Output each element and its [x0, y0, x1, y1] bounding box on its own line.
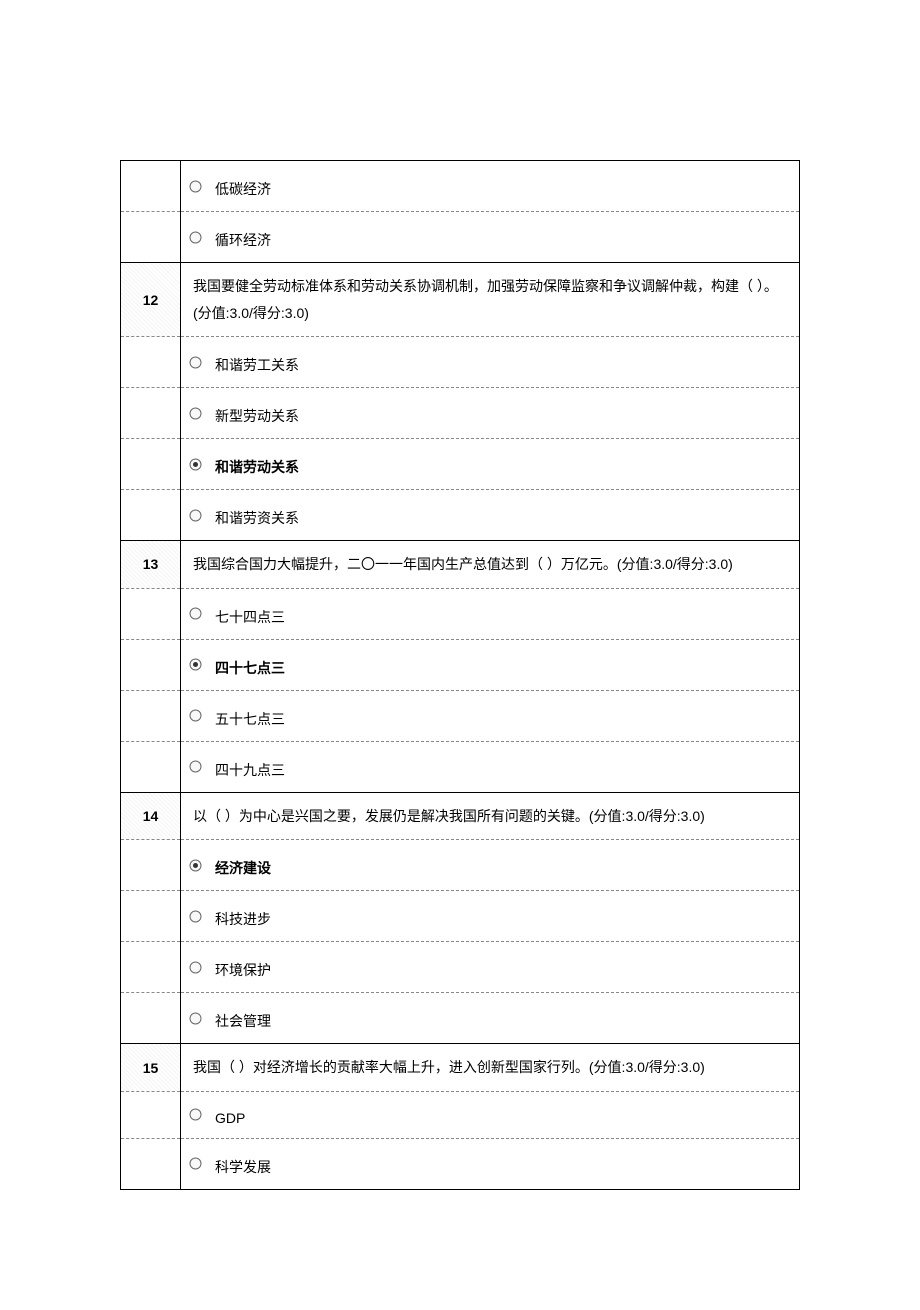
option-text: 低碳经济 — [207, 173, 271, 199]
radio-selected-icon[interactable] — [183, 658, 207, 671]
quiz-table: 低碳经济循环经济 12我国要健全劳动标准体系和劳动关系协调机制，加强劳动保障监察和… — [120, 160, 800, 1190]
option-text: 四十九点三 — [207, 754, 285, 780]
empty-cell — [121, 1091, 181, 1138]
option-text: 和谐劳动关系 — [207, 451, 299, 477]
table-row: 四十九点三 — [121, 741, 800, 792]
radio-unselected-icon[interactable] — [183, 407, 207, 420]
option-cell: 和谐劳动关系 — [181, 439, 800, 490]
table-row: 七十四点三 — [121, 588, 800, 639]
question-text: 我国要健全劳动标准体系和劳动关系协调机制，加强劳动保障监察和争议调解仲裁，构建（… — [181, 263, 800, 337]
table-row: 12我国要健全劳动标准体系和劳动关系协调机制，加强劳动保障监察和争议调解仲裁，构… — [121, 263, 800, 337]
option-cell: 科学发展 — [181, 1138, 800, 1189]
option-cell: 环境保护 — [181, 942, 800, 993]
table-row: 科学发展 — [121, 1138, 800, 1189]
option-cell: 七十四点三 — [181, 588, 800, 639]
radio-unselected-icon[interactable] — [183, 607, 207, 620]
option-text: 经济建设 — [207, 852, 271, 878]
radio-unselected-icon[interactable] — [183, 356, 207, 369]
table-row: 经济建设 — [121, 840, 800, 891]
option-cell: 低碳经济 — [181, 161, 800, 212]
option-cell: 和谐劳工关系 — [181, 337, 800, 388]
table-row: 环境保护 — [121, 942, 800, 993]
option-cell: 循环经济 — [181, 212, 800, 263]
table-row: 14以（ ）为中心是兴国之要，发展仍是解决我国所有问题的关键。(分值:3.0/得… — [121, 792, 800, 840]
radio-unselected-icon[interactable] — [183, 231, 207, 244]
option-text: 和谐劳工关系 — [207, 349, 299, 375]
option-cell: 科技进步 — [181, 891, 800, 942]
empty-cell — [121, 161, 181, 212]
radio-unselected-icon[interactable] — [183, 509, 207, 522]
question-number: 12 — [121, 263, 181, 337]
table-row: 15我国（ ）对经济增长的贡献率大幅上升，进入创新型国家行列。(分值:3.0/得… — [121, 1044, 800, 1092]
empty-cell — [121, 1138, 181, 1189]
option-text: GDP — [207, 1104, 245, 1126]
table-row: 社会管理 — [121, 993, 800, 1044]
option-cell: 四十七点三 — [181, 639, 800, 690]
empty-cell — [121, 388, 181, 439]
empty-cell — [121, 639, 181, 690]
option-text: 社会管理 — [207, 1005, 271, 1031]
radio-selected-icon[interactable] — [183, 859, 207, 872]
option-text: 科学发展 — [207, 1151, 271, 1177]
table-row: 五十七点三 — [121, 690, 800, 741]
table-row: 和谐劳动关系 — [121, 439, 800, 490]
question-number: 14 — [121, 792, 181, 840]
option-cell: 经济建设 — [181, 840, 800, 891]
question-text: 以（ ）为中心是兴国之要，发展仍是解决我国所有问题的关键。(分值:3.0/得分:… — [181, 792, 800, 840]
radio-unselected-icon[interactable] — [183, 180, 207, 193]
option-text: 五十七点三 — [207, 703, 285, 729]
option-text: 循环经济 — [207, 224, 271, 250]
table-row: 循环经济 — [121, 212, 800, 263]
empty-cell — [121, 490, 181, 541]
option-cell: 五十七点三 — [181, 690, 800, 741]
empty-cell — [121, 337, 181, 388]
option-cell: 新型劳动关系 — [181, 388, 800, 439]
option-cell: 四十九点三 — [181, 741, 800, 792]
radio-unselected-icon[interactable] — [183, 1157, 207, 1170]
empty-cell — [121, 439, 181, 490]
empty-cell — [121, 588, 181, 639]
table-row: 新型劳动关系 — [121, 388, 800, 439]
table-row: 和谐劳工关系 — [121, 337, 800, 388]
empty-cell — [121, 212, 181, 263]
radio-unselected-icon[interactable] — [183, 760, 207, 773]
empty-cell — [121, 942, 181, 993]
table-row: 科技进步 — [121, 891, 800, 942]
option-cell: GDP — [181, 1091, 800, 1138]
empty-cell — [121, 690, 181, 741]
empty-cell — [121, 891, 181, 942]
table-row: 四十七点三 — [121, 639, 800, 690]
radio-unselected-icon[interactable] — [183, 961, 207, 974]
option-text: 七十四点三 — [207, 601, 285, 627]
radio-unselected-icon[interactable] — [183, 1012, 207, 1025]
option-text: 环境保护 — [207, 954, 271, 980]
question-text: 我国（ ）对经济增长的贡献率大幅上升，进入创新型国家行列。(分值:3.0/得分:… — [181, 1044, 800, 1092]
table-row: 13我国综合国力大幅提升，二〇一一年国内生产总值达到（ ）万亿元。(分值:3.0… — [121, 541, 800, 589]
option-text: 四十七点三 — [207, 652, 285, 678]
radio-selected-icon[interactable] — [183, 458, 207, 471]
empty-cell — [121, 840, 181, 891]
radio-unselected-icon[interactable] — [183, 910, 207, 923]
question-number: 13 — [121, 541, 181, 589]
table-row: 和谐劳资关系 — [121, 490, 800, 541]
option-cell: 社会管理 — [181, 993, 800, 1044]
option-text: 科技进步 — [207, 903, 271, 929]
option-text: 新型劳动关系 — [207, 400, 299, 426]
table-row: GDP — [121, 1091, 800, 1138]
option-cell: 和谐劳资关系 — [181, 490, 800, 541]
empty-cell — [121, 741, 181, 792]
radio-unselected-icon[interactable] — [183, 709, 207, 722]
question-text: 我国综合国力大幅提升，二〇一一年国内生产总值达到（ ）万亿元。(分值:3.0/得… — [181, 541, 800, 589]
empty-cell — [121, 993, 181, 1044]
question-number: 15 — [121, 1044, 181, 1092]
radio-unselected-icon[interactable] — [183, 1108, 207, 1121]
table-row: 低碳经济 — [121, 161, 800, 212]
option-text: 和谐劳资关系 — [207, 502, 299, 528]
